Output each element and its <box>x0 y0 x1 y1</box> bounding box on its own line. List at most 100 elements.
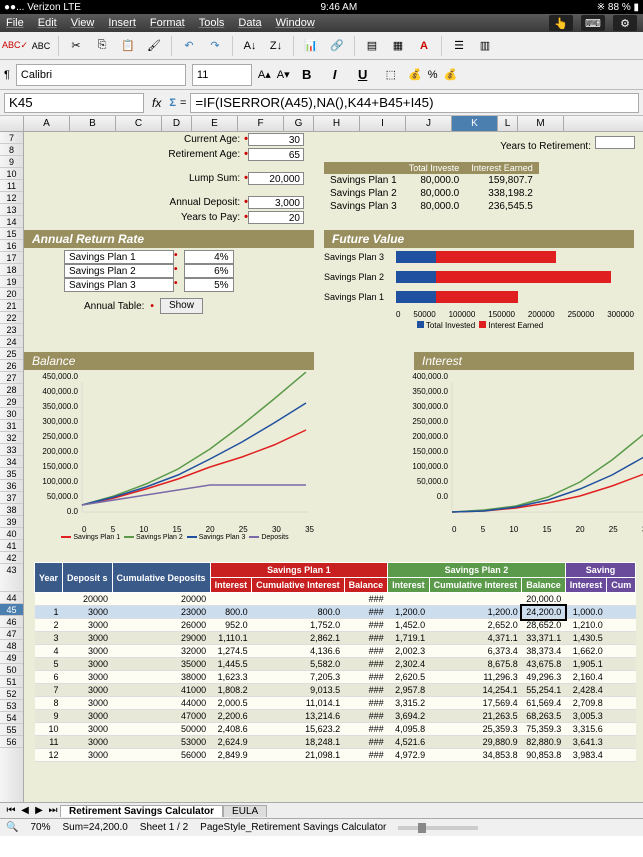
menu-data[interactable]: Data <box>238 17 261 29</box>
zoom-level[interactable]: 70% <box>30 822 50 833</box>
annual-return-header: Annual Return Rate <box>24 230 314 248</box>
sort-desc-icon[interactable]: Z↓ <box>265 35 287 57</box>
copy-icon[interactable]: ⎘ <box>91 35 113 57</box>
font-shrink-icon[interactable]: A▾ <box>277 68 290 81</box>
main-toolbar: ABC✓ ABC ✂ ⎘ 📋 🖌 ↶ ↷ A↓ Z↓ 📊 🔗 ▤ ▦ A ☰ ▥ <box>0 32 643 60</box>
future-value-header: Future Value <box>324 230 634 248</box>
clock: 9:46 AM <box>81 2 597 13</box>
menu-window[interactable]: Window <box>276 17 315 29</box>
gallery-icon[interactable]: ▥ <box>474 35 496 57</box>
navigator-icon[interactable]: ☰ <box>448 35 470 57</box>
row-headers[interactable]: 7891011121314151617181920212223242526272… <box>0 132 24 836</box>
percent-icon[interactable]: % <box>428 69 438 81</box>
annual-deposit-label: Annual Deposit: <box>34 197 244 208</box>
col-f[interactable]: F <box>238 116 284 131</box>
zoom-slider[interactable] <box>398 826 478 830</box>
tab-eula[interactable]: EULA <box>223 805 267 817</box>
font-select[interactable] <box>16 64 186 86</box>
menu-format[interactable]: Format <box>150 17 185 29</box>
cell-reference-input[interactable] <box>4 93 144 113</box>
spreadsheet-grid[interactable]: A B C D E F G H I J K L M 78910111213141… <box>0 116 643 836</box>
menu-view[interactable]: View <box>71 17 95 29</box>
equals-icon[interactable]: = <box>180 97 186 109</box>
col-g[interactable]: G <box>284 116 314 131</box>
chart-icon[interactable]: 📊 <box>300 35 322 57</box>
summary-table: Total InvesteInterest Earned Savings Pla… <box>324 162 539 213</box>
format-toolbar: ¶ A▴ A▾ B I U ⬚ 💰 % 💰 <box>0 60 643 90</box>
years-to-pay-label: Years to Pay: <box>34 212 244 223</box>
tab-last-icon[interactable]: ⏭ <box>46 805 60 816</box>
formula-input[interactable] <box>190 93 639 113</box>
find-icon[interactable]: 🔍 <box>6 822 18 833</box>
col-a[interactable]: A <box>24 116 70 131</box>
tab-retirement[interactable]: Retirement Savings Calculator <box>60 805 223 817</box>
plans-table: Savings Plan 1•4% Savings Plan 2•6% Savi… <box>64 250 234 292</box>
carrier-label: ●●... Verizon LTE <box>4 2 81 13</box>
hyperlink-icon[interactable]: 🔗 <box>326 35 348 57</box>
currency2-icon[interactable]: 💰 <box>444 68 458 81</box>
bold-button[interactable]: B <box>296 64 318 86</box>
balance-header: Balance <box>24 352 314 370</box>
undo-icon[interactable]: ↶ <box>178 35 200 57</box>
spellcheck-icon[interactable]: ABC <box>30 35 52 57</box>
spellcheck-on-icon[interactable]: ABC✓ <box>4 35 26 57</box>
col-k[interactable]: K <box>452 116 498 131</box>
menu-bar[interactable]: File Edit View Insert Format Tools Data … <box>0 14 643 32</box>
italic-button[interactable]: I <box>324 64 346 86</box>
amortization-table[interactable]: Year Deposit s Cumulative Deposits Savin… <box>34 562 636 762</box>
show-button[interactable]: Show <box>160 298 203 314</box>
font-size-select[interactable] <box>192 64 252 86</box>
current-age-value[interactable]: 30 <box>248 133 304 146</box>
menu-insert[interactable]: Insert <box>108 17 136 29</box>
col-m[interactable]: M <box>518 116 564 131</box>
font-grow-icon[interactable]: A▴ <box>258 68 271 81</box>
future-value-chart: Savings Plan 3 Savings Plan 2 Savings Pl… <box>324 250 634 340</box>
menu-file[interactable]: File <box>6 17 24 29</box>
lump-sum-value[interactable]: 20,000 <box>248 172 304 185</box>
menu-tools[interactable]: Tools <box>199 17 225 29</box>
years-to-pay-value[interactable]: 20 <box>248 211 304 224</box>
interest-header: Interest <box>414 352 634 370</box>
styles-icon[interactable]: ¶ <box>4 69 10 81</box>
annual-deposit-value[interactable]: 3,000 <box>248 196 304 209</box>
current-age-label: Current Age: <box>34 134 244 145</box>
header-footer-icon[interactable]: ▤ <box>361 35 383 57</box>
col-j[interactable]: J <box>406 116 452 131</box>
inputs-panel: Current Age:•30 Retirement Age:•65 Lump … <box>34 132 304 225</box>
formula-bar: fx Σ = <box>0 90 643 116</box>
redo-icon[interactable]: ↷ <box>204 35 226 57</box>
paste-icon[interactable]: 📋 <box>117 35 139 57</box>
pointer-icon[interactable]: 👆 <box>549 15 573 31</box>
sheet-tabs[interactable]: ⏮ ◀ ▶ ⏭ Retirement Savings Calculator EU… <box>0 802 643 818</box>
col-d[interactable]: D <box>162 116 192 131</box>
ios-status-bar: ●●... Verizon LTE 9:46 AM ※ 88 % ▮ <box>0 0 643 14</box>
column-headers[interactable]: A B C D E F G H I J K L M <box>0 116 643 132</box>
col-c[interactable]: C <box>116 116 162 131</box>
function-wizard-icon[interactable]: fx <box>148 96 165 110</box>
currency-icon[interactable]: 💰 <box>408 68 422 81</box>
cut-icon[interactable]: ✂ <box>65 35 87 57</box>
merge-cells-icon[interactable]: ⬚ <box>386 68 396 81</box>
font-color-icon[interactable]: A <box>413 35 435 57</box>
keyboard-icon[interactable]: ⌨ <box>581 15 605 31</box>
col-b[interactable]: B <box>70 116 116 131</box>
tab-next-icon[interactable]: ▶ <box>32 805 46 816</box>
freeze-icon[interactable]: ▦ <box>387 35 409 57</box>
underline-button[interactable]: U <box>352 64 374 86</box>
sum-icon[interactable]: Σ <box>169 97 176 109</box>
format-paint-icon[interactable]: 🖌 <box>143 35 165 57</box>
retirement-age-value[interactable]: 65 <box>248 148 304 161</box>
sort-asc-icon[interactable]: A↓ <box>239 35 261 57</box>
tab-prev-icon[interactable]: ◀ <box>18 805 32 816</box>
page-style: PageStyle_Retirement Savings Calculator <box>200 822 386 833</box>
gear-icon[interactable]: ⚙ <box>613 15 637 31</box>
col-l[interactable]: L <box>498 116 518 131</box>
col-e[interactable]: E <box>192 116 238 131</box>
ytr-value[interactable] <box>595 136 635 149</box>
col-h[interactable]: H <box>314 116 360 131</box>
lump-sum-label: Lump Sum: <box>34 173 244 184</box>
menu-edit[interactable]: Edit <box>38 17 57 29</box>
col-i[interactable]: I <box>360 116 406 131</box>
sum-display: Sum=24,200.0 <box>62 822 127 833</box>
tab-first-icon[interactable]: ⏮ <box>4 805 18 816</box>
